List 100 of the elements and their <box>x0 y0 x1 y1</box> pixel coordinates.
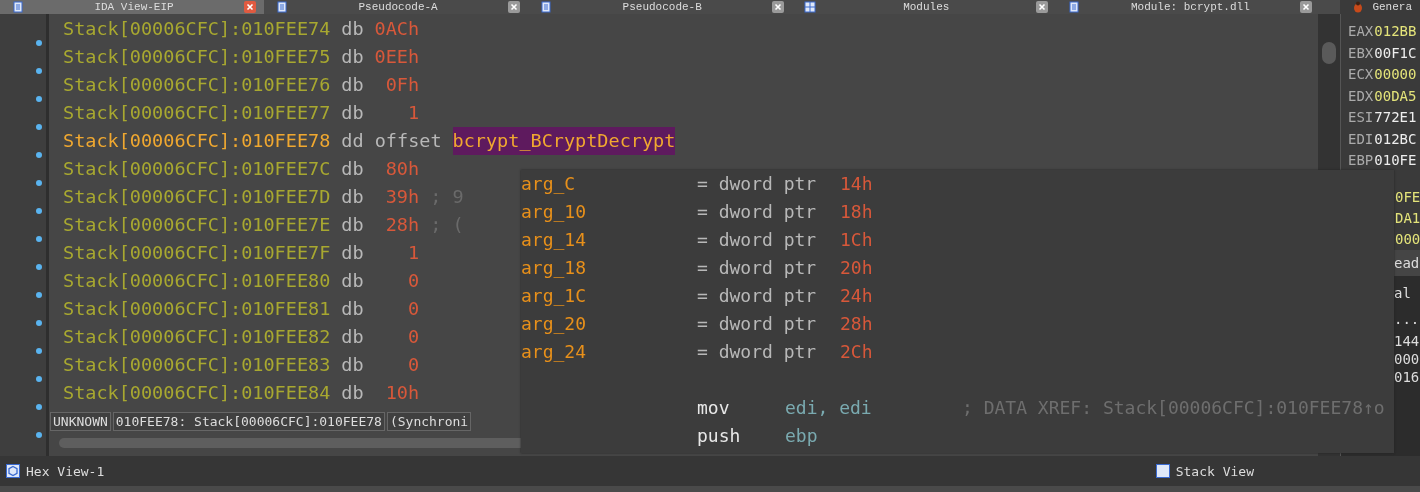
directive-text: db <box>341 45 364 69</box>
register-name: EDX <box>1348 86 1374 106</box>
directive-text: db <box>341 325 364 349</box>
register-value: 00000 <box>1374 65 1417 84</box>
operand-text: edi, edi <box>785 396 873 420</box>
close-icon[interactable] <box>1300 1 1313 13</box>
address-text: Stack[00006CFC]:010FEE75 <box>63 45 331 69</box>
tab-label: Module: bcrypt.dll <box>1129 0 1251 14</box>
argument-name: arg_18 <box>521 256 588 280</box>
type-text: = dword ptr <box>697 340 818 364</box>
panel-text: ... <box>1394 309 1420 329</box>
address-text: Stack[00006CFC]:010FEE7D <box>63 185 331 209</box>
address-text: Stack[00006CFC]:010FEE7C <box>63 157 331 181</box>
directive-text: db <box>341 17 364 41</box>
tab-label: Pseudocode-A <box>357 0 439 14</box>
argument-name: arg_10 <box>521 200 588 224</box>
tab-label: Pseudocode-B <box>621 0 703 14</box>
offset-value: 2Ch <box>840 340 873 364</box>
address-text: Stack[00006CFC]:010FEE7E <box>63 213 331 237</box>
register-value: DA1 <box>1395 208 1420 228</box>
tab[interactable]: Pseudocode-B <box>528 0 793 14</box>
directive-text: db <box>341 73 364 97</box>
breakpoint-dot <box>36 432 42 438</box>
panel-text: 144 <box>1394 331 1420 350</box>
directive-text: db <box>341 353 364 377</box>
symbol-link[interactable]: bcrypt_BCryptDecrypt <box>452 127 676 155</box>
breakpoint-dot <box>36 236 42 242</box>
register-name: ECX <box>1348 65 1374 84</box>
stack-view-tab[interactable]: Stack View <box>1155 463 1254 479</box>
address-text: Stack[00006CFC]:010FEE76 <box>63 73 331 97</box>
register-value: 010FE <box>1374 151 1417 170</box>
register-value: 00F1C <box>1374 43 1417 63</box>
argument-name: arg_20 <box>521 312 588 336</box>
grid-icon <box>804 1 817 13</box>
type-text: = dword ptr <box>697 256 818 280</box>
tab-label: Genera <box>1372 0 1412 14</box>
type-text: = dword ptr <box>697 172 818 196</box>
argument-name: arg_24 <box>521 340 588 364</box>
breakpoint-dot <box>36 292 42 298</box>
tab-label: IDA View-EIP <box>93 0 175 14</box>
document-icon <box>276 1 289 13</box>
document-icon <box>540 1 553 13</box>
value-text: 0EEh <box>374 45 420 69</box>
tab[interactable]: Modules <box>792 0 1057 14</box>
type-text: = dword ptr <box>697 228 818 252</box>
panel-text: al <box>1394 283 1412 303</box>
address-text: Stack[00006CFC]:010FEE84 <box>63 381 331 405</box>
directive-text: db <box>341 241 364 265</box>
register-name: EAX <box>1348 22 1374 41</box>
breakpoint-dot <box>36 68 42 74</box>
offset-value: 20h <box>840 256 873 280</box>
value-text: 10h <box>384 381 420 405</box>
address-text: Stack[00006CFC]:010FEE80 <box>63 269 331 293</box>
offset-value: 14h <box>840 172 873 196</box>
breakpoint-dot <box>36 208 42 214</box>
value-text: 39h <box>384 185 420 209</box>
value-text: 80h <box>384 157 420 181</box>
comment-text: ; ( <box>430 213 464 237</box>
offset-value: 1Ch <box>840 228 873 252</box>
argument-name: arg_1C <box>521 284 588 308</box>
directive-text: db <box>341 185 364 209</box>
register-value: 772E1 <box>1374 108 1417 127</box>
close-icon[interactable] <box>508 1 521 13</box>
breakpoint-dot <box>36 96 42 102</box>
hex-view-tab[interactable]: Hex View-1 <box>6 463 105 479</box>
register-name: EBP <box>1348 151 1374 170</box>
address-text: Stack[00006CFC]:010FEE83 <box>63 353 331 377</box>
breakpoint-dot <box>36 404 42 410</box>
document-icon <box>1068 1 1081 13</box>
address-text: Stack[00006CFC]:010FEE78 <box>63 129 331 153</box>
address-text: Stack[00006CFC]:010FEE82 <box>63 325 331 349</box>
document-icon <box>12 1 24 13</box>
register-name: EDI <box>1348 129 1374 149</box>
argument-name: arg_14 <box>521 228 588 252</box>
offset-value: 28h <box>840 312 873 336</box>
breakpoint-dot <box>36 40 42 46</box>
offset-value: 24h <box>840 284 873 308</box>
value-text: 0ACh <box>374 17 420 41</box>
panel-text: 000 <box>1394 349 1420 368</box>
status-field: (Synchroni <box>386 412 472 431</box>
offset-value: 18h <box>840 200 873 224</box>
directive-text: db <box>341 157 364 181</box>
tab[interactable]: IDA View-EIP <box>0 0 265 14</box>
address-text: Stack[00006CFC]:010FEE7F <box>63 241 331 265</box>
tab[interactable]: Genera <box>1340 0 1420 14</box>
address-text: Stack[00006CFC]:010FEE74 <box>63 17 331 41</box>
directive-text: dd offset <box>341 129 442 153</box>
register-name: EBX <box>1348 43 1374 63</box>
tab[interactable]: Pseudocode-A <box>264 0 529 14</box>
tab[interactable]: Module: bcrypt.dll <box>1056 0 1321 14</box>
close-icon[interactable] <box>1036 1 1049 13</box>
close-icon[interactable] <box>772 1 785 13</box>
breakpoint-dot <box>36 264 42 270</box>
value-text: 1 <box>407 241 420 265</box>
panel-text: 016 <box>1394 367 1420 386</box>
directive-text: db <box>341 381 364 405</box>
mnemonic-text: push <box>697 424 742 448</box>
mnemonic-text: mov <box>697 396 731 420</box>
close-icon[interactable] <box>244 1 257 13</box>
directive-text: db <box>341 213 364 237</box>
